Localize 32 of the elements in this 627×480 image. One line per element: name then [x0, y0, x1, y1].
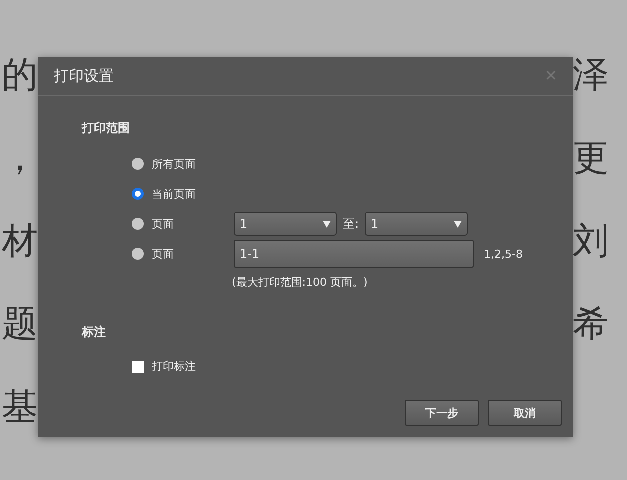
document-text: 泽 — [573, 54, 609, 98]
option-label: 页面 — [152, 246, 175, 262]
radio-button[interactable] — [132, 188, 144, 200]
option-label: 页面 — [152, 216, 175, 232]
to-label: 至: — [343, 216, 360, 232]
option-label: 当前页面 — [152, 186, 197, 202]
document-text: ， — [2, 137, 38, 181]
document-text: 材 — [2, 220, 38, 264]
document-text: 更 — [573, 137, 609, 181]
range-note: (最大打印范围:100 页面。) — [232, 275, 368, 290]
document-text: 刘 — [573, 220, 609, 264]
to-page-dropdown[interactable]: 1 — [365, 212, 468, 236]
radio-button[interactable] — [132, 218, 144, 230]
cancel-button[interactable]: 取消 — [488, 400, 562, 426]
radio-button[interactable] — [132, 158, 144, 170]
document-text: 希 — [573, 303, 609, 347]
from-page-dropdown[interactable]: 1 — [234, 212, 337, 236]
document-text: 基 — [2, 386, 38, 430]
section-heading: 打印范围 — [82, 120, 130, 137]
checkbox-label: 打印标注 — [152, 359, 197, 374]
option-label: 所有页面 — [152, 156, 197, 172]
next-button[interactable]: 下一步 — [405, 400, 479, 426]
radio-button[interactable] — [132, 248, 144, 260]
dialog-title: 打印设置 — [54, 66, 114, 86]
document-text: 题 — [2, 303, 38, 347]
caret-icon — [323, 220, 331, 228]
caret-icon — [454, 220, 462, 228]
document-text: 的 — [2, 54, 38, 98]
section-heading: 标注 — [82, 324, 106, 341]
page-range-field[interactable]: 1-1 — [234, 240, 474, 268]
range-example: 1,2,5-8 — [484, 248, 523, 260]
checkbox[interactable] — [132, 360, 144, 372]
